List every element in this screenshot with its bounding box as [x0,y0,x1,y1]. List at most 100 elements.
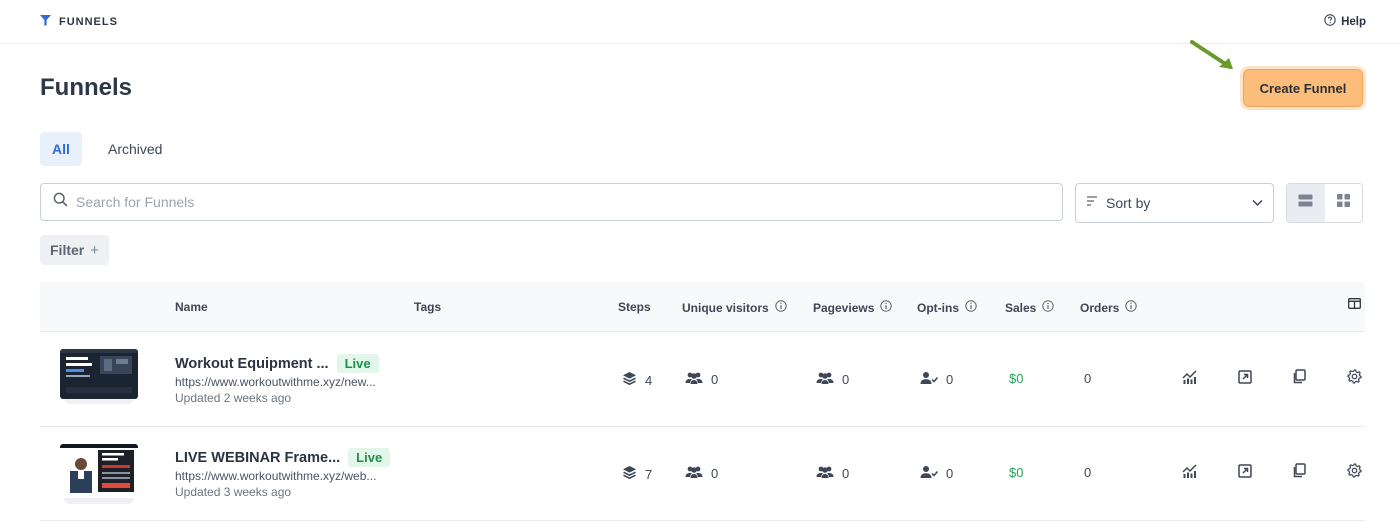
settings-button[interactable] [1342,367,1366,391]
info-icon[interactable] [774,300,787,315]
sort-label: Sort by [1106,195,1151,211]
funnel-name-line: Workout Equipment ... Live [175,354,379,373]
steps-cell: 7 [622,465,652,483]
analytics-chart-icon [1182,463,1198,483]
optins-cell: 0 [920,371,953,388]
column-steps-label: Steps [618,300,651,314]
help-label: Help [1341,16,1366,28]
steps-count: 7 [645,466,653,482]
open-funnel-button[interactable] [1233,367,1257,391]
copy-icon [1292,463,1306,483]
steps-count: 4 [645,372,653,388]
funnel-thumbnail[interactable] [60,349,138,399]
user-check-icon [920,465,939,482]
gear-icon [1346,463,1362,483]
column-unique-visitors[interactable]: Unique visitors [682,300,787,315]
brand-label: FUNNELS [59,16,118,28]
info-icon[interactable] [880,300,893,315]
create-funnel-button[interactable]: Create Funnel [1243,69,1363,107]
page-title: Funnels [40,74,133,101]
column-pageviews-label: Pageviews [813,300,875,315]
funnel-thumbnail[interactable] [60,444,138,498]
pageviews-cell: 0 [816,371,849,388]
column-sales[interactable]: Sales [1005,300,1055,315]
duplicate-button[interactable] [1287,367,1311,391]
unique-visitors-value: 0 [711,466,719,481]
list-view-button[interactable] [1287,184,1325,222]
column-optins-label: Opt-ins [917,300,959,315]
column-pageviews[interactable]: Pageviews [813,300,893,315]
column-orders-label: Orders [1080,300,1120,315]
funnel-url[interactable]: https://www.workoutwithme.xyz/new... [175,375,376,389]
pageviews-value: 0 [842,466,850,481]
filter-button[interactable]: Filter + [40,235,109,265]
help-link[interactable]: Help [1324,13,1366,31]
filter-label: Filter [50,242,85,258]
orders-value: 0 [1084,371,1092,386]
column-unique-visitors-label: Unique visitors [682,300,769,315]
layers-icon [622,465,637,483]
tab-archived[interactable]: Archived [96,132,174,166]
sales-value: $0 [1009,371,1024,386]
funnel-name-line: LIVE WEBINAR Frame... Live [175,448,391,467]
annotation-arrow-icon [1186,36,1242,81]
sales-value: $0 [1009,465,1024,480]
column-settings-button[interactable] [1348,298,1361,312]
column-tags[interactable]: Tags [414,300,441,314]
user-check-icon [920,371,939,388]
pageviews-value: 0 [842,372,850,387]
sales-cell: $0 [1009,371,1023,386]
open-funnel-button[interactable] [1233,461,1257,485]
copy-icon [1292,369,1306,389]
grid-view-button[interactable] [1325,184,1363,222]
duplicate-button[interactable] [1287,461,1311,485]
external-link-icon [1238,369,1252,389]
analytics-chart-icon [1182,369,1198,389]
funnel-url[interactable]: https://www.workoutwithme.xyz/web... [175,469,376,483]
steps-cell: 4 [622,371,652,389]
settings-button[interactable] [1342,461,1366,485]
info-icon[interactable] [965,300,977,315]
unique-visitors-cell: 0 [685,371,718,388]
column-orders[interactable]: Orders [1080,300,1138,315]
info-icon[interactable] [1042,300,1055,315]
grid-view-icon [1336,194,1350,212]
tab-all[interactable]: All [40,132,82,166]
orders-cell: 0 [1084,371,1091,386]
info-icon[interactable] [1125,300,1138,315]
list-view-icon [1298,194,1313,212]
pageviews-cell: 0 [816,465,849,482]
funnel-name-link[interactable]: LIVE WEBINAR Frame... [175,450,340,466]
column-sales-label: Sales [1005,300,1037,315]
sort-dropdown[interactable]: Sort by [1075,183,1274,223]
column-tags-label: Tags [414,300,442,314]
search-input[interactable] [76,194,976,210]
unique-visitors-value: 0 [711,372,719,387]
gear-icon [1346,369,1362,389]
status-badge: Live [336,354,379,373]
search-box[interactable] [40,183,1063,221]
column-optins[interactable]: Opt-ins [917,300,977,315]
funnel-name-link[interactable]: Workout Equipment ... [175,356,329,372]
search-icon [53,192,68,212]
table-row[interactable]: LIVE WEBINAR Frame... Live https://www.w… [40,427,1365,521]
funnel-updated: Updated 3 weeks ago [175,485,292,499]
layers-icon [622,371,637,389]
table-header: Name Tags Steps Unique visitors Pageview… [40,282,1365,332]
optins-value: 0 [946,466,954,481]
column-name[interactable]: Name [175,300,208,314]
brand[interactable]: FUNNELS [40,13,118,31]
column-steps[interactable]: Steps [618,300,651,314]
table-row[interactable]: Workout Equipment ... Live https://www.w… [40,333,1365,427]
funnel-updated: Updated 2 weeks ago [175,391,292,405]
users-icon [816,465,834,482]
analytics-button[interactable] [1178,461,1202,485]
analytics-button[interactable] [1178,367,1202,391]
sort-lines-icon [1086,194,1098,212]
orders-value: 0 [1084,465,1092,480]
optins-value: 0 [946,372,954,387]
columns-layout-icon [1348,298,1361,312]
view-toggle [1286,183,1363,223]
help-circle-icon [1324,13,1336,31]
column-name-label: Name [175,300,208,314]
